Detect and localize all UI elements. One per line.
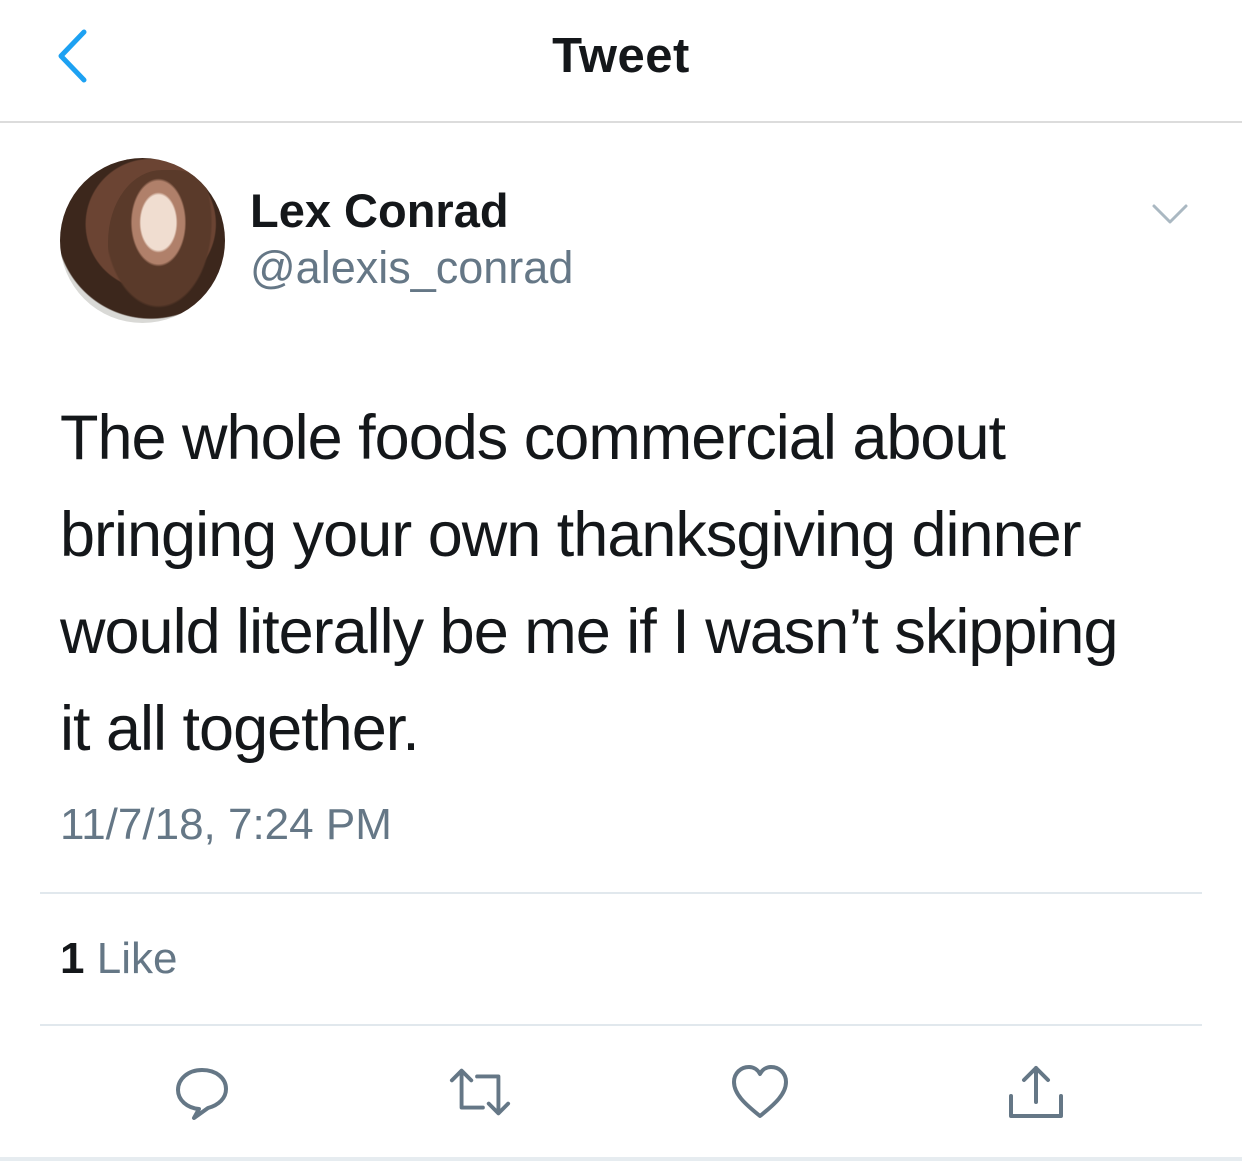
- likes-label: Like: [96, 934, 178, 983]
- avatar[interactable]: [60, 158, 225, 323]
- heart-icon: [732, 1065, 788, 1118]
- share-button[interactable]: [1004, 1060, 1068, 1124]
- more-options-button[interactable]: [1148, 196, 1192, 232]
- tweet-timestamp: 11/7/18, 7:24 PM: [60, 800, 392, 849]
- tweet-actions-bar: [0, 1050, 1242, 1140]
- tweet-line: The whole foods commercial about: [60, 403, 1006, 473]
- reply-button[interactable]: [170, 1060, 234, 1124]
- tweet-text: The whole foods commercial about bringin…: [60, 390, 1190, 778]
- retweet-button[interactable]: [448, 1060, 512, 1124]
- avatar-photo: [108, 170, 220, 320]
- author-handle[interactable]: @alexis_conrad: [250, 242, 573, 294]
- divider: [0, 1157, 1242, 1161]
- share-icon: [1009, 1066, 1063, 1118]
- divider: [40, 892, 1202, 894]
- likes-count: 1: [60, 934, 85, 983]
- likes-stat[interactable]: 1 Like: [60, 934, 177, 984]
- navigation-bar: Tweet: [0, 0, 1242, 123]
- author-name[interactable]: Lex Conrad: [250, 183, 509, 238]
- divider: [40, 1024, 1202, 1026]
- page-title: Tweet: [552, 29, 690, 83]
- like-button[interactable]: [728, 1060, 792, 1124]
- tweet-line: it all together.: [60, 694, 420, 764]
- reply-icon: [176, 1068, 228, 1120]
- chevron-down-icon: [1152, 204, 1188, 224]
- tweet-line: bringing your own thanksgiving dinner: [60, 500, 1082, 570]
- tweet-line: would literally be me if I wasn’t skippi…: [60, 597, 1119, 667]
- retweet-icon: [449, 1068, 511, 1116]
